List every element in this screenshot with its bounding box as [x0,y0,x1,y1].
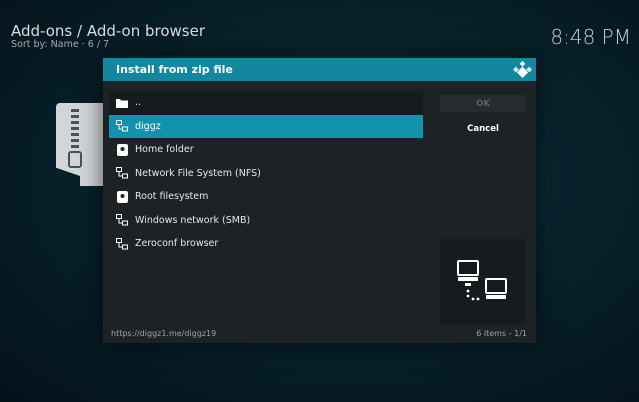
drive-icon [116,143,128,156]
list-item-root-filesystem[interactable]: Root filesystem [109,185,423,209]
kodi-logo-icon [513,60,532,79]
list-item-label: Windows network (SMB) [135,214,251,226]
file-list: .. diggz Home folder Network File System… [109,91,423,256]
clock: 8:48 PM [550,25,631,49]
cancel-button[interactable]: Cancel [440,120,526,137]
current-path: https://diggz1.me/diggz19 [111,329,217,338]
header-title: Add-ons / Add-on browser [11,22,206,40]
list-item-home-folder[interactable]: Home folder [109,138,423,162]
list-item-label: diggz [135,120,161,132]
list-item-diggz[interactable]: diggz [109,114,423,138]
network-icon [116,237,128,250]
list-item-label: Network File System (NFS) [135,167,261,179]
list-item-nfs[interactable]: Network File System (NFS) [109,162,423,186]
preview-panel [440,239,526,324]
dialog-title: Install from zip file [116,63,233,76]
drive-icon [116,190,128,203]
list-item-label: Root filesystem [135,191,209,203]
dialog-header: Install from zip file [103,58,536,81]
list-item-parent-folder[interactable]: .. [109,91,423,115]
list-item-label: .. [135,97,142,109]
list-item-zeroconf[interactable]: Zeroconf browser [109,232,423,256]
network-icon [116,120,128,132]
sort-info: Sort by: Name · 6 / 7 [11,39,110,50]
item-count: 6 items - 1/1 [476,329,527,338]
install-from-zip-dialog: Install from zip file .. diggz Home fold… [103,58,536,343]
list-item-label: Home folder [135,144,194,156]
folder-icon [116,97,128,109]
network-icon [116,167,128,179]
list-item-label: Zeroconf browser [135,238,219,250]
network-icon [116,214,128,226]
network-computers-icon [457,260,507,301]
ok-button[interactable]: OK [440,95,526,112]
list-item-smb[interactable]: Windows network (SMB) [109,209,423,233]
